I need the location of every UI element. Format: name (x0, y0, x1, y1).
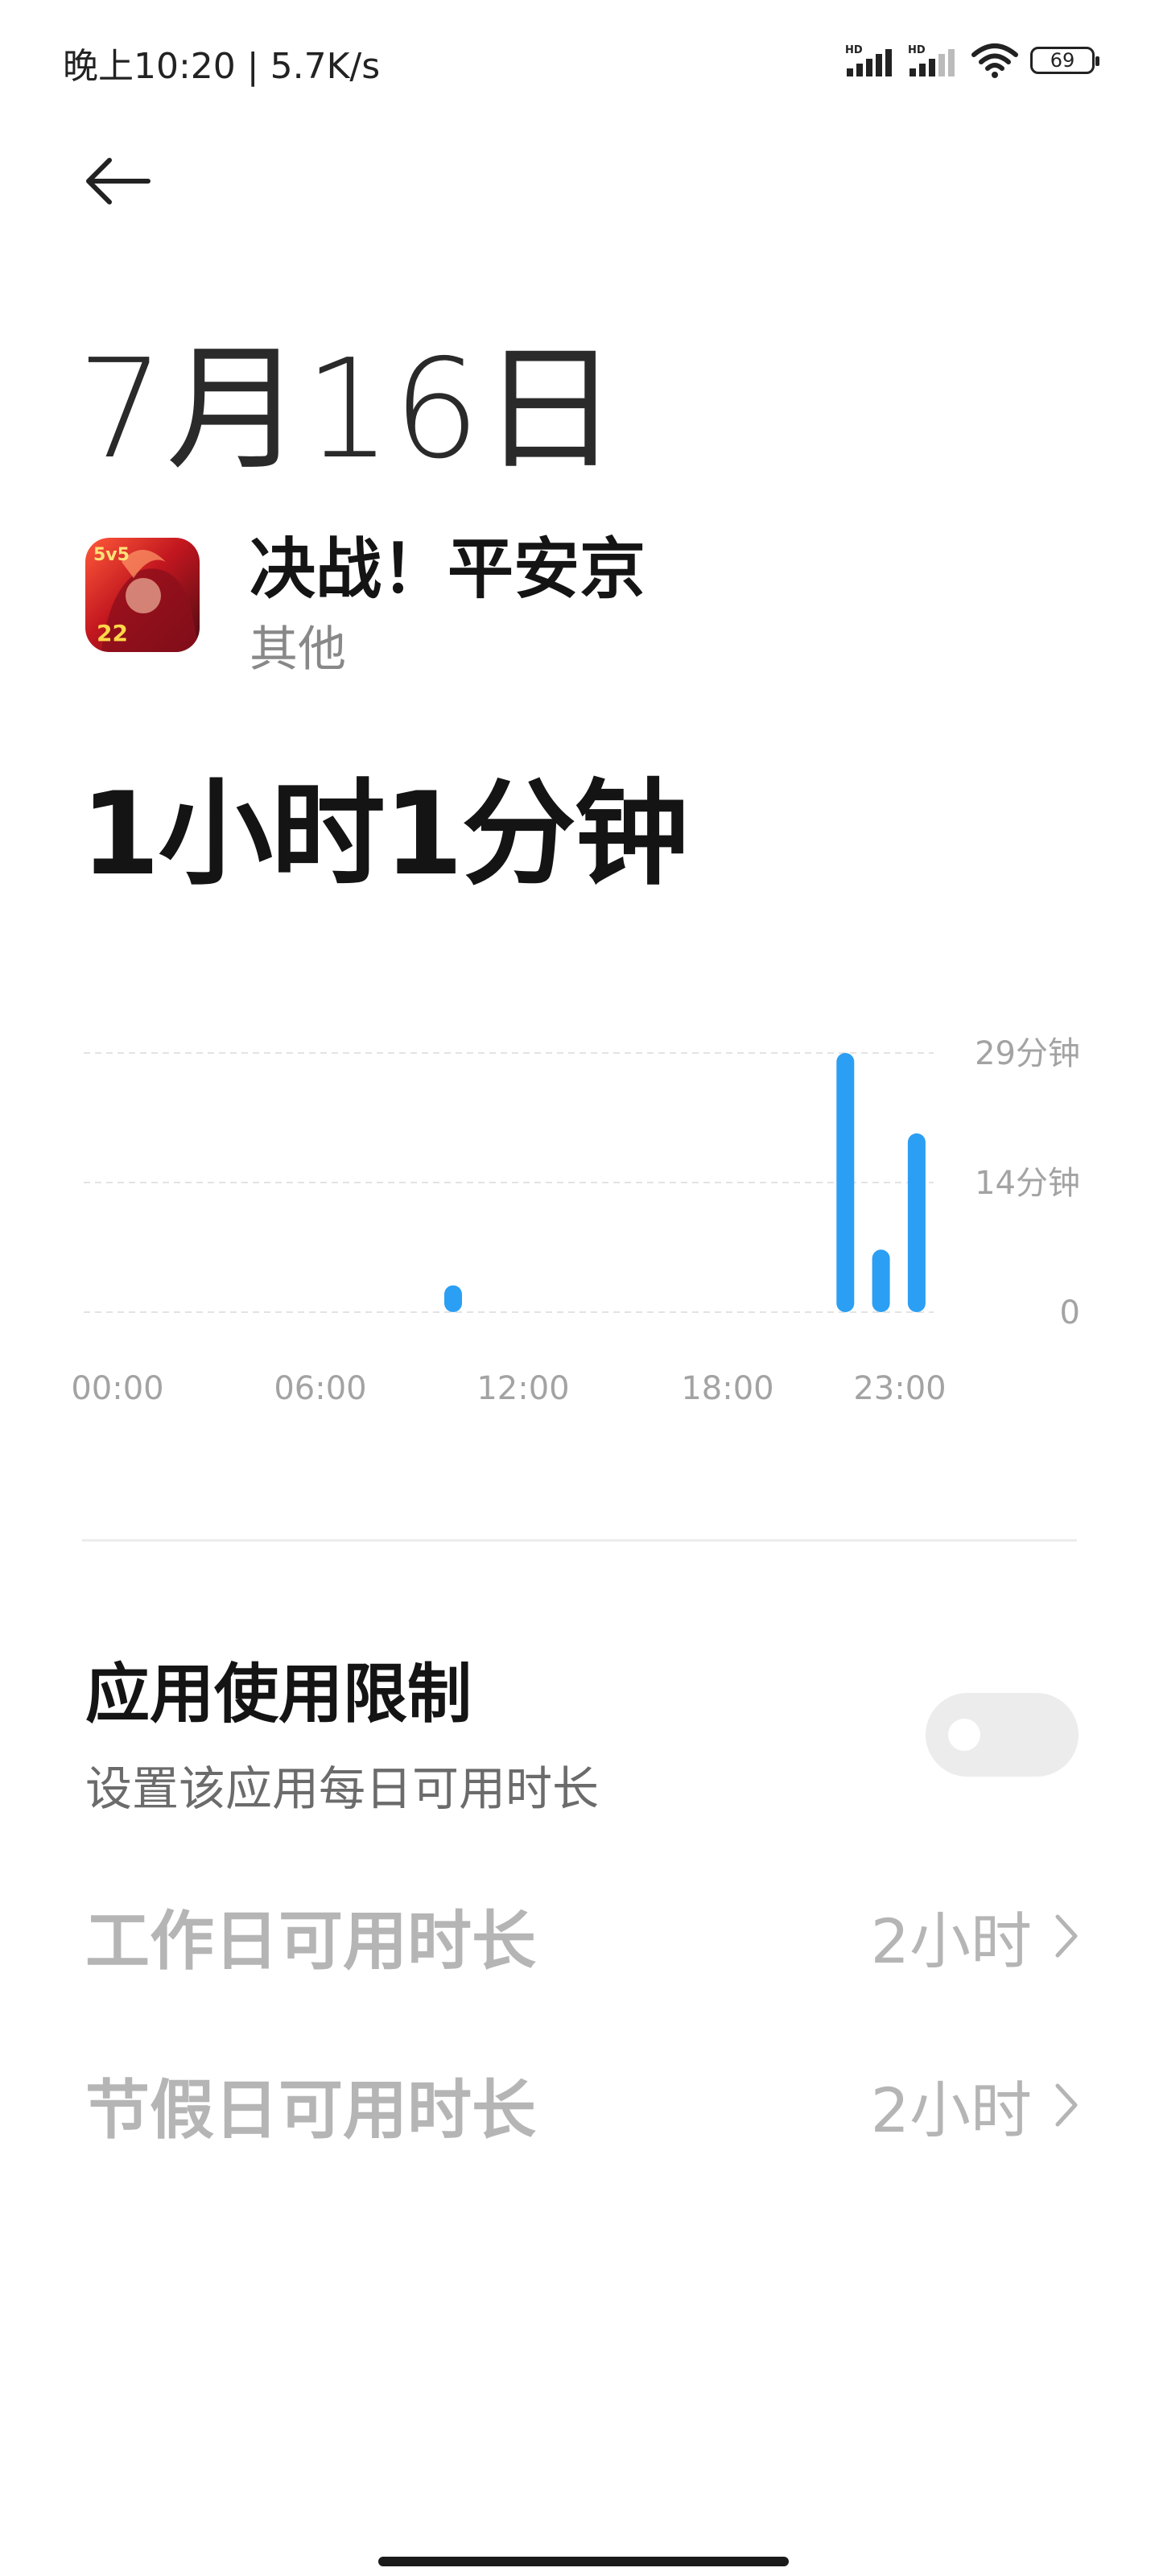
limit-title: 应用使用限制 (85, 1657, 472, 1732)
holiday-limit-row[interactable]: 节假日可用时长 2小时 (85, 2053, 1079, 2157)
limit-toggle[interactable] (926, 1693, 1079, 1777)
back-arrow-icon[interactable] (80, 153, 153, 209)
wifi-icon (971, 43, 1018, 78)
battery-icon: 69 (1030, 47, 1099, 74)
svg-text:5v5: 5v5 (93, 545, 130, 565)
svg-text:HD: HD (845, 44, 863, 56)
usage-bar (444, 1285, 462, 1312)
total-usage-time: 1小时1分钟 (80, 768, 689, 901)
y-tick-label: 14分钟 (975, 1165, 1080, 1202)
chevron-right-icon (1055, 1914, 1078, 1958)
page-title-date: 7月16日 (77, 330, 621, 489)
holiday-limit-value-group: 2小时 (871, 2061, 1079, 2149)
svg-text:HD: HD (908, 44, 926, 56)
y-tick-label: 29分钟 (975, 1035, 1080, 1072)
x-tick-label: 06:00 (274, 1370, 366, 1407)
usage-bar (836, 1053, 855, 1312)
x-tick-label: 18:00 (681, 1370, 773, 1407)
y-tick-label: 0 (1060, 1294, 1080, 1331)
usage-bar (872, 1249, 890, 1312)
weekday-limit-label: 工作日可用时长 (85, 1904, 536, 1979)
usage-chart: 29分钟 14分钟 0 00:00 06:00 12:00 18:00 23:00 (71, 1035, 1080, 1407)
hd-signal-icon: HD (908, 44, 955, 76)
x-tick-label: 23:00 (853, 1370, 946, 1407)
usage-bar (907, 1133, 926, 1312)
chevron-right-icon (1055, 2083, 1078, 2127)
status-icons: HD HD 69 (845, 40, 1099, 80)
app-category: 其他 (250, 621, 346, 678)
weekday-limit-value-group: 2小时 (871, 1892, 1079, 1980)
x-tick-label: 12:00 (476, 1370, 569, 1407)
svg-text:22: 22 (97, 620, 128, 646)
toggle-knob (948, 1719, 980, 1751)
limit-subtitle: 设置该应用每日可用时长 (85, 1761, 600, 1816)
hd-signal-icon: HD (845, 44, 892, 76)
holiday-limit-label: 节假日可用时长 (85, 2073, 536, 2148)
x-tick-label: 00:00 (71, 1370, 163, 1407)
status-time: 晚上10:20 | 5.7K/s (63, 46, 381, 87)
weekday-limit-value: 2小时 (870, 1905, 1032, 1977)
divider (82, 1539, 1077, 1542)
app-icon: 5v5 22 (85, 538, 200, 652)
holiday-limit-value: 2小时 (870, 2074, 1032, 2146)
weekday-limit-row[interactable]: 工作日可用时长 2小时 (85, 1884, 1079, 1988)
app-name: 决战！平安京 (250, 531, 646, 608)
home-indicator[interactable] (378, 2557, 789, 2566)
